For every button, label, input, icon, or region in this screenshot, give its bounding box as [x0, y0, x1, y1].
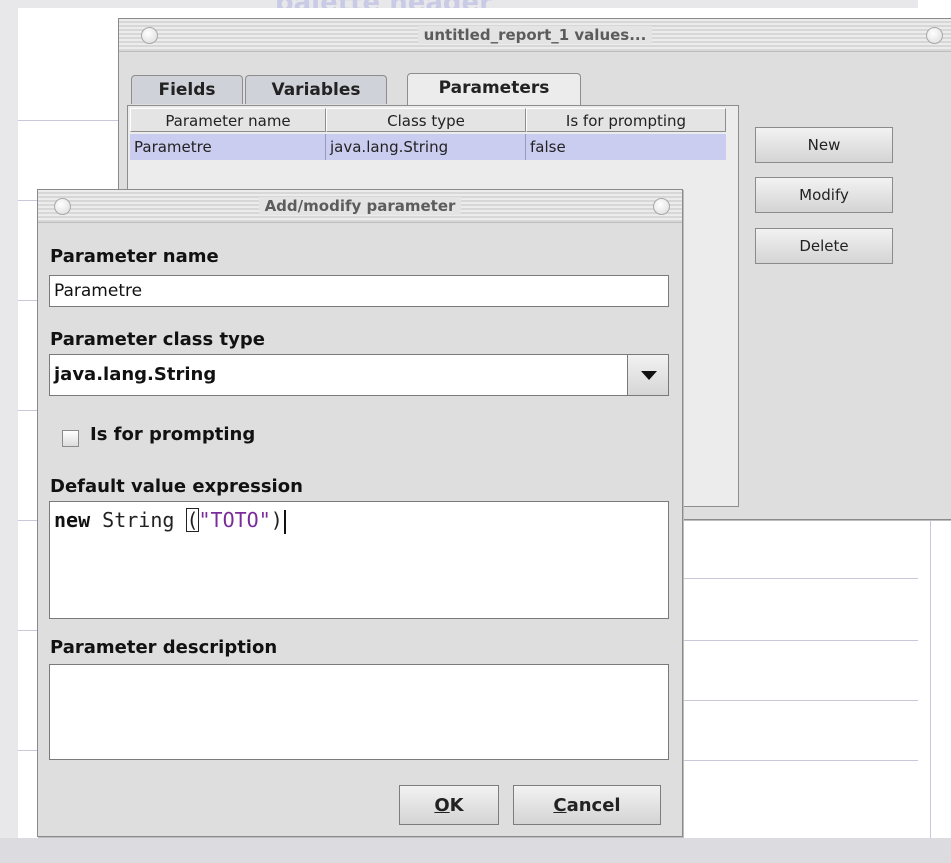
values-window-title: untitled_report_1 values...: [417, 26, 653, 44]
band-separator: [18, 410, 38, 411]
ok-button[interactable]: OK: [399, 785, 499, 825]
band-separator: [18, 520, 38, 521]
band-separator: [18, 630, 38, 631]
column-header-is-for-prompting[interactable]: Is for prompting: [526, 108, 726, 132]
window-close-icon[interactable]: [926, 27, 943, 44]
modify-button[interactable]: Modify: [755, 177, 893, 213]
ok-label-rest: K: [449, 795, 464, 816]
background-band-title: palette header: [275, 0, 495, 8]
dialog-title: Add/modify parameter: [258, 197, 462, 215]
tab-parameters[interactable]: Parameters: [407, 73, 581, 106]
default-value-expression-label: Default value expression: [50, 476, 303, 497]
cancel-label-rest: ancel: [566, 795, 621, 816]
delete-button[interactable]: Delete: [755, 228, 893, 264]
cell-class-type[interactable]: java.lang.String: [326, 134, 526, 160]
tab-variables[interactable]: Variables: [245, 75, 387, 104]
text-caret: [283, 509, 286, 534]
parameter-description-field[interactable]: [49, 664, 669, 760]
ok-mnemonic: O: [434, 795, 450, 816]
expression-string-literal: "TOTO": [198, 508, 271, 532]
cancel-button[interactable]: Cancel: [513, 785, 661, 825]
parameter-name-field[interactable]: Parametre: [49, 275, 669, 307]
parameters-table-header: Parameter name Class type Is for prompti…: [130, 108, 726, 134]
values-window-titlebar[interactable]: untitled_report_1 values...: [119, 19, 951, 52]
is-for-prompting-label[interactable]: Is for prompting: [90, 424, 255, 445]
band-separator: [18, 120, 118, 121]
window-close-icon[interactable]: [653, 198, 670, 215]
dialog-titlebar[interactable]: Add/modify parameter: [38, 190, 682, 223]
parameter-name-label: Parameter name: [50, 246, 219, 267]
band-separator: [681, 578, 918, 579]
default-value-expression-editor[interactable]: new String ("TOTO"): [49, 501, 669, 619]
table-row[interactable]: Parametre java.lang.String false: [130, 134, 726, 160]
matching-paren-highlight: (: [186, 508, 199, 532]
add-modify-parameter-dialog: Add/modify parameter Parameter name Para…: [37, 189, 683, 837]
parameter-description-label: Parameter description: [50, 637, 278, 658]
page-margin-line: [930, 520, 931, 840]
expression-text: new String ("TOTO"): [54, 508, 286, 534]
is-for-prompting-checkbox[interactable]: [62, 430, 79, 447]
band-separator: [681, 760, 918, 761]
cell-is-for-prompting[interactable]: false: [526, 134, 726, 160]
new-button[interactable]: New: [755, 127, 893, 163]
status-bar: [0, 838, 951, 863]
band-separator: [18, 750, 38, 751]
band-separator: [681, 640, 918, 641]
cell-parameter-name[interactable]: Parametre: [130, 134, 326, 160]
parameter-class-type-select[interactable]: java.lang.String: [49, 354, 669, 396]
column-header-class-type[interactable]: Class type: [326, 108, 526, 132]
expression-close-paren: ): [270, 508, 283, 532]
band-separator: [18, 300, 38, 301]
expression-keyword: new: [54, 508, 91, 532]
chevron-down-icon[interactable]: [627, 355, 668, 395]
band-separator: [18, 200, 38, 201]
band-separator: [681, 700, 918, 701]
column-header-parameter-name[interactable]: Parameter name: [130, 108, 326, 132]
expression-type: String: [90, 508, 187, 532]
parameter-class-type-label: Parameter class type: [50, 329, 265, 350]
selected-class-type: java.lang.String: [54, 364, 217, 385]
tab-fields[interactable]: Fields: [131, 75, 243, 104]
cancel-mnemonic: C: [553, 795, 567, 816]
